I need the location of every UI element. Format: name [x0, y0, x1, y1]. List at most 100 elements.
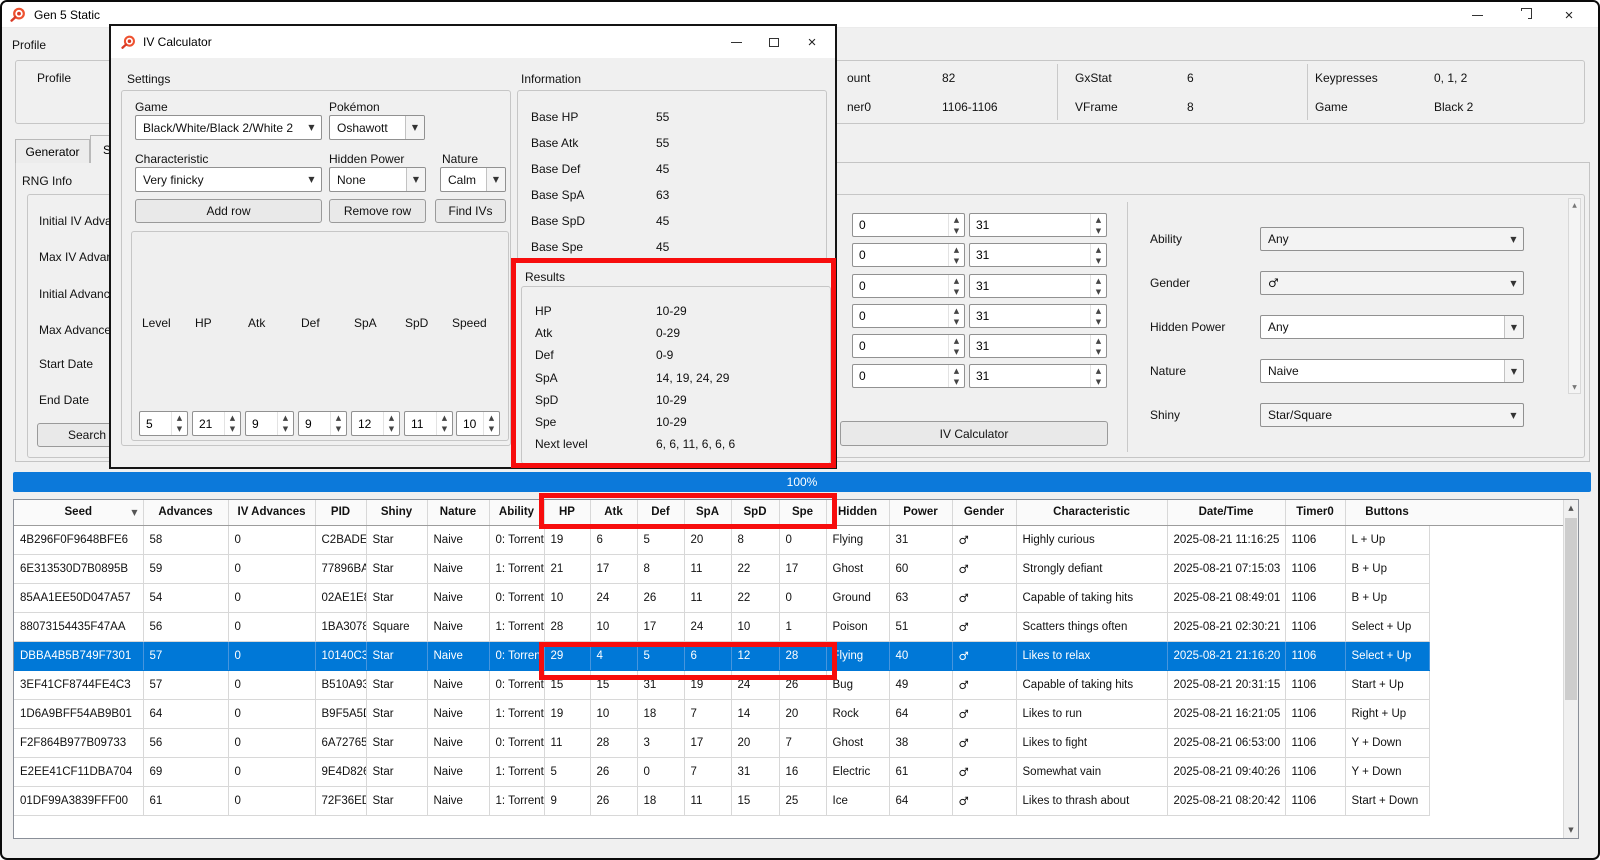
table-cell[interactable]: Strongly defiant: [1016, 554, 1167, 583]
filter-combobox-nature[interactable]: Naive▼: [1260, 359, 1524, 383]
dialog-maximize-button[interactable]: [755, 26, 793, 58]
spin-down-icon[interactable]: ▼: [1091, 346, 1106, 357]
table-cell[interactable]: 26: [590, 786, 637, 815]
table-cell[interactable]: 1: Torrent: [489, 554, 544, 583]
table-cell[interactable]: 2025-08-21 21:16:20: [1167, 641, 1285, 670]
table-cell[interactable]: E2EE41CF11DBA704: [14, 757, 143, 786]
table-cell[interactable]: 1106: [1285, 554, 1345, 583]
table-cell[interactable]: Likes to run: [1016, 699, 1167, 728]
column-header-pid[interactable]: PID: [315, 500, 366, 525]
table-cell[interactable]: 69: [143, 757, 228, 786]
spin-down-icon[interactable]: ▼: [949, 255, 964, 266]
table-cell[interactable]: 40: [889, 641, 952, 670]
column-header-hidden[interactable]: Hidden: [826, 500, 889, 525]
table-cell[interactable]: 8: [637, 554, 684, 583]
table-cell[interactable]: 2025-08-21 20:31:15: [1167, 670, 1285, 699]
table-cell[interactable]: 22: [731, 583, 779, 612]
table-cell[interactable]: 1: Torrent: [489, 786, 544, 815]
table-cell[interactable]: 17: [779, 554, 826, 583]
table-cell[interactable]: Square: [366, 612, 427, 641]
table-cell[interactable]: 10: [731, 612, 779, 641]
table-cell[interactable]: 0: [637, 757, 684, 786]
table-cell[interactable]: 1106: [1285, 583, 1345, 612]
table-cell[interactable]: 24: [684, 612, 731, 641]
table-cell[interactable]: 0: [228, 525, 315, 554]
close-button[interactable]: ×: [1546, 2, 1592, 28]
game-combobox[interactable]: Black/White/Black 2/White 2▼: [135, 115, 322, 140]
table-cell[interactable]: Naive: [427, 699, 489, 728]
table-cell[interactable]: 26: [637, 583, 684, 612]
iv-calculator-button[interactable]: IV Calculator: [840, 421, 1108, 446]
table-cell[interactable]: 1106: [1285, 525, 1345, 554]
table-cell[interactable]: 61: [143, 786, 228, 815]
column-header-spa[interactable]: SpA: [684, 500, 731, 525]
table-cell[interactable]: 2025-08-21 08:49:01: [1167, 583, 1285, 612]
spin-down-icon[interactable]: ▼: [1091, 286, 1106, 297]
table-cell[interactable]: 31: [731, 757, 779, 786]
table-cell[interactable]: Somewhat vain: [1016, 757, 1167, 786]
table-cell[interactable]: 1: Torrent: [489, 757, 544, 786]
table-cell[interactable]: 1: Torrent: [489, 612, 544, 641]
table-cell[interactable]: 28: [779, 641, 826, 670]
table-cell[interactable]: 9E4D8268: [315, 757, 366, 786]
table-cell[interactable]: 22: [731, 554, 779, 583]
table-cell[interactable]: 6A727653: [315, 728, 366, 757]
table-cell[interactable]: 2025-08-21 02:30:21: [1167, 612, 1285, 641]
table-cell[interactable]: Start + Up: [1345, 670, 1429, 699]
table-cell[interactable]: 85AA1EE50D047A57: [14, 583, 143, 612]
table-cell[interactable]: 1D6A9BFF54AB9B01: [14, 699, 143, 728]
table-row[interactable]: E2EE41CF11DBA7046909E4D8268StarNaive1: T…: [14, 757, 1429, 786]
table-cell[interactable]: 11: [684, 583, 731, 612]
table-cell[interactable]: 15: [731, 786, 779, 815]
pokemon-combobox[interactable]: Oshawott▼: [329, 115, 425, 140]
table-cell[interactable]: 2025-08-21 16:21:05: [1167, 699, 1285, 728]
table-cell[interactable]: 17: [637, 612, 684, 641]
iv-row-spinbox-4[interactable]: 12▲▼: [351, 411, 400, 436]
table-cell[interactable]: Star: [366, 670, 427, 699]
iv-row-spinbox-2[interactable]: 9▲▼: [245, 411, 294, 436]
table-cell[interactable]: 19: [544, 699, 590, 728]
iv-min-spinbox[interactable]: 0▲▼: [852, 304, 965, 328]
table-cell[interactable]: 0: [228, 728, 315, 757]
table-cell[interactable]: 11: [684, 554, 731, 583]
column-header-shiny[interactable]: Shiny: [366, 500, 427, 525]
table-cell[interactable]: Star: [366, 525, 427, 554]
table-cell[interactable]: 2025-08-21 09:40:26: [1167, 757, 1285, 786]
table-cell[interactable]: Y + Down: [1345, 757, 1429, 786]
table-row[interactable]: 4B296F0F9648BFE6580C2BADE9AStarNaive0: T…: [14, 525, 1429, 554]
table-cell[interactable]: 0: [228, 670, 315, 699]
spin-up-icon[interactable]: ▲: [278, 412, 293, 424]
spin-down-icon[interactable]: ▼: [949, 346, 964, 357]
table-cell[interactable]: Bug: [826, 670, 889, 699]
table-cell[interactable]: 0: Torrent: [489, 583, 544, 612]
table-cell[interactable]: 63: [889, 583, 952, 612]
table-cell[interactable]: ♂: [952, 554, 1016, 583]
column-header-ability[interactable]: Ability: [489, 500, 544, 525]
spin-up-icon[interactable]: ▲: [437, 412, 452, 424]
column-header-nature[interactable]: Nature: [427, 500, 489, 525]
table-cell[interactable]: ♂: [952, 670, 1016, 699]
table-cell[interactable]: 12: [731, 641, 779, 670]
table-cell[interactable]: 2025-08-21 08:20:42: [1167, 786, 1285, 815]
table-cell[interactable]: 5: [544, 757, 590, 786]
nature-combobox[interactable]: Calm▼: [440, 167, 506, 192]
table-cell[interactable]: 28: [590, 728, 637, 757]
table-cell[interactable]: 49: [889, 670, 952, 699]
table-cell[interactable]: 9: [544, 786, 590, 815]
table-row[interactable]: 88073154435F47AA5601BA30781SquareNaive1:…: [14, 612, 1429, 641]
iv-max-spinbox[interactable]: 31▲▼: [969, 213, 1107, 237]
table-cell[interactable]: 58: [143, 525, 228, 554]
table-cell[interactable]: 0: [228, 554, 315, 583]
iv-min-spinbox[interactable]: 0▲▼: [852, 243, 965, 267]
table-row[interactable]: DBBA4B5B749F730157010140C35StarNaive0: T…: [14, 641, 1429, 670]
table-cell[interactable]: Naive: [427, 786, 489, 815]
iv-max-spinbox[interactable]: 31▲▼: [969, 334, 1107, 358]
table-cell[interactable]: B9F5A5D5: [315, 699, 366, 728]
table-row[interactable]: F2F864B977B097335606A727653StarNaive0: T…: [14, 728, 1429, 757]
spin-down-icon[interactable]: ▼: [1091, 225, 1106, 236]
table-cell[interactable]: 4B296F0F9648BFE6: [14, 525, 143, 554]
table-cell[interactable]: 21: [544, 554, 590, 583]
table-cell[interactable]: 0: Torrent: [489, 670, 544, 699]
tab-generator[interactable]: Generator: [15, 139, 90, 163]
table-cell[interactable]: 6: [590, 525, 637, 554]
